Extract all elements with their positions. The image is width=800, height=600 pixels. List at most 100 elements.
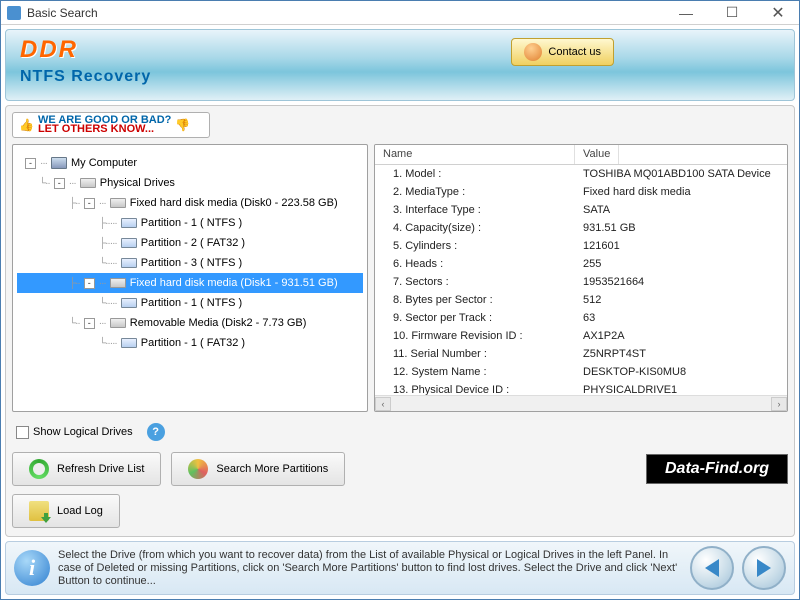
- drive-icon: [80, 178, 96, 188]
- search-more-partitions-button[interactable]: Search More Partitions: [171, 452, 345, 486]
- property-name: 12. System Name :: [375, 366, 575, 378]
- property-value: SATA: [575, 204, 610, 216]
- property-name: 10. Firmware Revision ID :: [375, 330, 575, 342]
- property-name: 3. Interface Type :: [375, 204, 575, 216]
- disk-icon: [110, 318, 126, 328]
- property-name: 8. Bytes per Sector :: [375, 294, 575, 306]
- property-name: 5. Cylinders :: [375, 240, 575, 252]
- feedback-button[interactable]: 👍 WE ARE GOOD OR BAD? LET OTHERS KNOW...…: [12, 112, 210, 138]
- property-row[interactable]: 2. MediaType :Fixed hard disk media: [375, 183, 787, 201]
- tree-disk0-partition1[interactable]: ├·····Partition - 1 ( NTFS ): [17, 213, 363, 233]
- contact-us-button[interactable]: Contact us: [511, 38, 614, 66]
- property-value: 121601: [575, 240, 620, 252]
- footer-bar: i Select the Drive (from which you want …: [5, 541, 795, 595]
- property-row[interactable]: 8. Bytes per Sector :512: [375, 291, 787, 309]
- titlebar: Basic Search — ☐ ✕: [1, 1, 799, 25]
- tree-disk2[interactable]: └··-···Removable Media (Disk2 - 7.73 GB): [17, 313, 363, 333]
- partition-icon: [121, 298, 137, 308]
- disk-icon: [110, 278, 126, 288]
- property-value: Fixed hard disk media: [575, 186, 691, 198]
- feedback-line2: LET OTHERS KNOW...: [38, 125, 171, 134]
- property-row[interactable]: 13. Physical Device ID :PHYSICALDRIVE1: [375, 381, 787, 395]
- next-button[interactable]: [742, 546, 786, 590]
- property-value: AX1P2A: [575, 330, 625, 342]
- tree-physical-drives[interactable]: └··-···Physical Drives: [17, 173, 363, 193]
- logo-text: DDR: [20, 36, 151, 64]
- properties-list[interactable]: 1. Model :TOSHIBA MQ01ABD100 SATA Device…: [375, 165, 787, 395]
- drive-tree-panel[interactable]: -···My Computer └··-···Physical Drives ├…: [12, 144, 368, 412]
- property-value: 1953521664: [575, 276, 644, 288]
- expand-icon[interactable]: -: [84, 318, 95, 329]
- property-name: 4. Capacity(size) :: [375, 222, 575, 234]
- property-name: 13. Physical Device ID :: [375, 384, 575, 395]
- column-value[interactable]: Value: [575, 145, 619, 164]
- property-name: 11. Serial Number :: [375, 348, 575, 360]
- logo-subtitle: NTFS Recovery: [20, 68, 151, 86]
- window-title: Basic Search: [27, 6, 671, 20]
- expand-icon[interactable]: -: [84, 198, 95, 209]
- show-logical-drives-checkbox[interactable]: Show Logical Drives: [16, 426, 133, 439]
- maximize-button[interactable]: ☐: [717, 3, 747, 23]
- property-value: 931.51 GB: [575, 222, 636, 234]
- refresh-icon: [29, 459, 49, 479]
- property-row[interactable]: 3. Interface Type :SATA: [375, 201, 787, 219]
- property-value: 63: [575, 312, 595, 324]
- partition-icon: [121, 338, 137, 348]
- property-row[interactable]: 11. Serial Number :Z5NRPT4ST: [375, 345, 787, 363]
- property-name: 9. Sector per Track :: [375, 312, 575, 324]
- tree-disk1-partition1[interactable]: └·····Partition - 1 ( NTFS ): [17, 293, 363, 313]
- app-window: Basic Search — ☐ ✕ DDR NTFS Recovery Con…: [0, 0, 800, 600]
- load-log-button[interactable]: Load Log: [12, 494, 120, 528]
- column-name[interactable]: Name: [375, 145, 575, 164]
- horizontal-scrollbar[interactable]: ‹›: [375, 395, 787, 411]
- property-name: 2. MediaType :: [375, 186, 575, 198]
- property-row[interactable]: 10. Firmware Revision ID :AX1P2A: [375, 327, 787, 345]
- partition-icon: [121, 218, 137, 228]
- contact-icon: [524, 43, 542, 61]
- property-value: TOSHIBA MQ01ABD100 SATA Device: [575, 168, 771, 180]
- app-icon: [7, 6, 21, 20]
- help-button[interactable]: ?: [147, 423, 165, 441]
- tree-root[interactable]: -···My Computer: [17, 153, 363, 173]
- disk-icon: [110, 198, 126, 208]
- thumb-up-icon: 👍: [19, 118, 34, 132]
- arrow-right-icon: [757, 559, 771, 577]
- close-button[interactable]: ✕: [763, 3, 793, 23]
- property-value: Z5NRPT4ST: [575, 348, 646, 360]
- property-row[interactable]: 4. Capacity(size) :931.51 GB: [375, 219, 787, 237]
- property-row[interactable]: 12. System Name :DESKTOP-KIS0MU8: [375, 363, 787, 381]
- property-value: PHYSICALDRIVE1: [575, 384, 677, 395]
- arrow-left-icon: [705, 559, 719, 577]
- expand-icon[interactable]: -: [84, 278, 95, 289]
- computer-icon: [51, 157, 67, 169]
- property-value: 512: [575, 294, 601, 306]
- footer-text: Select the Drive (from which you want to…: [58, 549, 682, 588]
- partition-icon: [121, 238, 137, 248]
- tree-disk0-partition2[interactable]: ├·····Partition - 2 ( FAT32 ): [17, 233, 363, 253]
- property-row[interactable]: 6. Heads :255: [375, 255, 787, 273]
- tree-disk0[interactable]: ├··-···Fixed hard disk media (Disk0 - 22…: [17, 193, 363, 213]
- property-row[interactable]: 1. Model :TOSHIBA MQ01ABD100 SATA Device: [375, 165, 787, 183]
- tree-disk0-partition3[interactable]: └·····Partition - 3 ( NTFS ): [17, 253, 363, 273]
- tree-disk1[interactable]: ├··-···Fixed hard disk media (Disk1 - 93…: [17, 273, 363, 293]
- property-name: 6. Heads :: [375, 258, 575, 270]
- tree-disk2-partition1[interactable]: └·····Partition - 1 ( FAT32 ): [17, 333, 363, 353]
- property-value: 255: [575, 258, 601, 270]
- property-row[interactable]: 5. Cylinders :121601: [375, 237, 787, 255]
- expand-icon[interactable]: -: [54, 178, 65, 189]
- load-icon: [29, 501, 49, 521]
- body-area: 👍 WE ARE GOOD OR BAD? LET OTHERS KNOW...…: [5, 105, 795, 537]
- partition-icon: [121, 258, 137, 268]
- minimize-button[interactable]: —: [671, 3, 701, 23]
- property-row[interactable]: 9. Sector per Track :63: [375, 309, 787, 327]
- search-icon: [188, 459, 208, 479]
- property-name: 7. Sectors :: [375, 276, 575, 288]
- expand-icon[interactable]: -: [25, 158, 36, 169]
- properties-panel: Name Value 1. Model :TOSHIBA MQ01ABD100 …: [374, 144, 788, 412]
- property-row[interactable]: 7. Sectors :1953521664: [375, 273, 787, 291]
- checkbox-icon: [16, 426, 29, 439]
- prev-button[interactable]: [690, 546, 734, 590]
- properties-header: Name Value: [375, 145, 787, 165]
- refresh-drive-list-button[interactable]: Refresh Drive List: [12, 452, 161, 486]
- thumb-down-icon: 👎: [175, 118, 190, 132]
